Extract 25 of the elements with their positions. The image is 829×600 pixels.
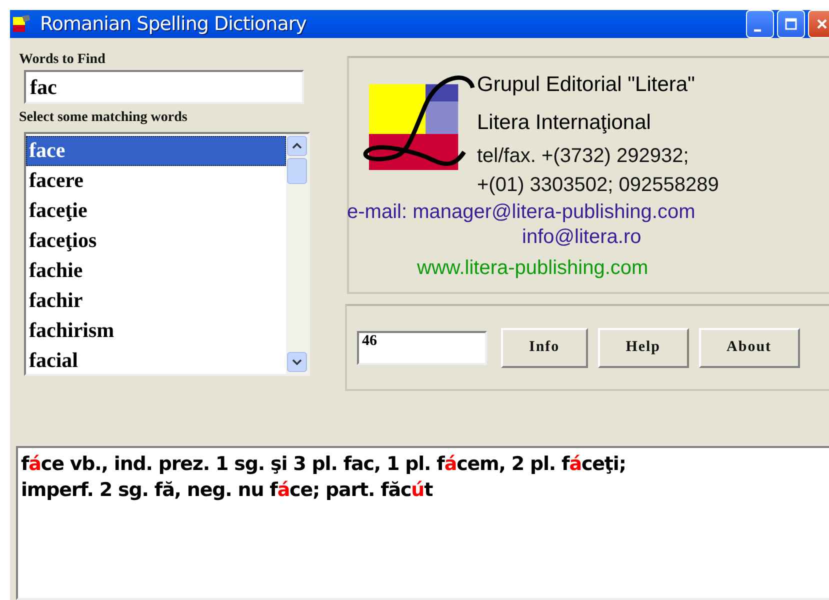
publisher-name: Litera Internaţional <box>477 110 652 136</box>
phone-text: +(01) 3303502; 092558289 <box>477 173 719 198</box>
email-text: e-mail: manager@litera-publishing.com <box>347 200 696 225</box>
word-list-item[interactable]: fachir <box>26 286 286 316</box>
search-label: Words to Find <box>19 52 106 68</box>
publisher-name: Grupul Editorial "Litera" <box>477 72 696 98</box>
word-list-item[interactable]: faceţie <box>26 196 286 226</box>
phone-text: tel/fax. +(3732) 292932; <box>477 144 690 169</box>
dialog-button[interactable]: About <box>698 328 800 368</box>
word-list-item[interactable]: face <box>26 136 286 166</box>
email-text: info@litera.ro <box>522 225 642 250</box>
matches-label: Select some matching words <box>19 110 188 126</box>
dialog-button[interactable]: Help <box>598 328 689 368</box>
word-list-item[interactable]: fachie <box>26 256 286 286</box>
word-list[interactable]: face facere faceţie faceţios fachie fachir fachirism facial <box>24 132 310 376</box>
definition-text: fáce vb., ind. prez. 1 sg. şi 3 pl. fac, 1 pl. fácem, 2 pl. fáceţi; <box>21 452 627 477</box>
window-title: Romanian Spelling Dictionary <box>40 13 306 35</box>
word-list-item[interactable]: fachirism <box>26 316 286 346</box>
word-list-item[interactable]: faceţios <box>26 226 286 256</box>
search-field[interactable]: fac <box>24 70 304 104</box>
definition-text: imperf. 2 sg. fă, neg. nu fáce; part. făcút <box>21 478 434 503</box>
count-field[interactable]: 46 <box>357 330 487 364</box>
word-list-item[interactable]: facere <box>26 166 286 196</box>
word-list-item[interactable]: facial <box>26 346 286 376</box>
dialog-button[interactable]: Info <box>501 328 588 368</box>
